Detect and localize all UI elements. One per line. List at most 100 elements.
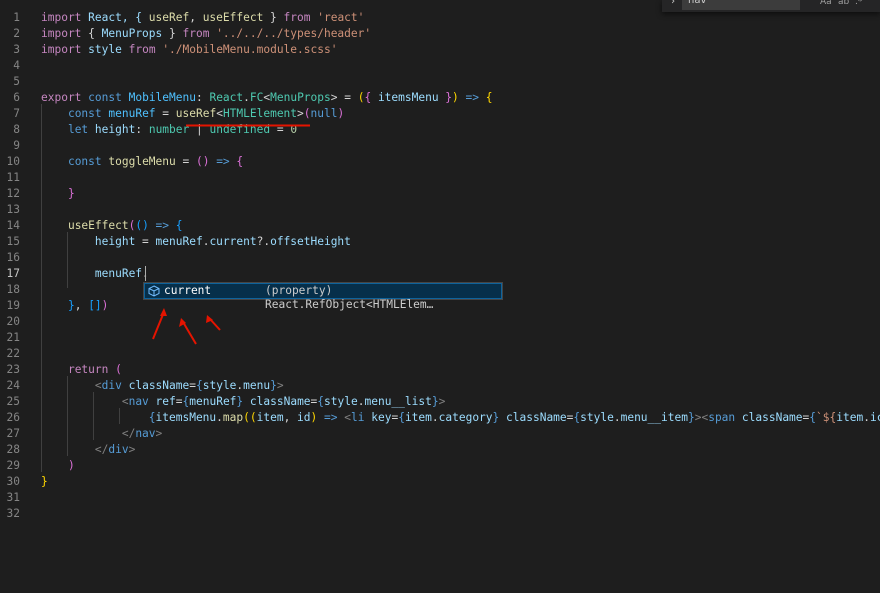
code-line[interactable]: 27 </nav> [0,426,880,442]
code-line[interactable]: 28 </div> [0,442,880,458]
code-text: </div> [41,442,135,458]
code-token: import [41,11,82,24]
code-token: => [317,411,345,424]
code-token: => [148,219,176,232]
line-number: 9 [13,139,20,152]
suggestion-detail: (property) React.RefObject<HTMLElem… [265,284,434,311]
code-line[interactable]: 11 [0,170,880,186]
code-line[interactable]: 25 <nav ref={menuRef} className={style.m… [0,394,880,410]
code-token: [] [88,299,102,312]
code-text: <div className={style.menu}> [41,378,284,394]
line-number: 8 [13,123,20,136]
code-token: import [41,43,82,56]
line-number: 28 [6,443,20,456]
code-token: useEffect [67,219,129,232]
line-number: 7 [13,107,20,120]
code-token: { [485,91,493,104]
find-input[interactable]: nav [682,0,800,10]
code-token: < [94,379,102,392]
line-number: 15 [6,235,20,248]
code-token: } [438,91,453,104]
line-number: 30 [6,475,20,488]
match-case-icon[interactable]: Aa [820,0,832,7]
code-line[interactable]: 9 [0,138,880,154]
code-line[interactable]: 21 [0,330,880,346]
code-token: menu__item [620,411,688,424]
code-line[interactable]: 3 import style from './MobileMenu.module.… [0,42,880,58]
code-token: . [216,411,223,424]
line-number: 16 [6,251,20,264]
code-token: > [128,443,136,456]
code-line[interactable]: 14 useEffect(() => { [0,218,880,234]
regex-icon[interactable]: .* [855,0,862,7]
line-number: 6 [13,91,20,104]
line-number: 5 [13,75,20,88]
code-token: , [189,11,203,24]
line-number: 25 [6,395,20,408]
code-token: ) [67,459,75,472]
code-line[interactable]: 30} [0,474,880,490]
code-line[interactable]: 15 height = menuRef.current?.offsetHeigh… [0,234,880,250]
code-line[interactable]: 24 <div className={style.menu}> [0,378,880,394]
code-token: < [216,107,223,120]
line-number: 19 [6,299,20,312]
code-token: number [148,123,190,136]
line-number: 14 [6,219,20,232]
code-line[interactable]: 4 [0,58,880,74]
code-token: from [283,11,311,24]
code-token: import [41,27,82,40]
code-token: => [458,91,486,104]
code-token: div [101,379,122,392]
code-line[interactable]: 6 export const MobileMenu: React.FC<MenuP… [0,90,880,106]
line-number: 2 [13,27,20,40]
code-token: menu__list [364,395,432,408]
code-token: } [687,411,695,424]
suggestion-item[interactable]: current (property) React.RefObject<HTMLE… [144,283,502,311]
chevron-right-icon[interactable]: › [670,0,676,7]
code-line[interactable]: 20 [0,314,880,330]
code-text: useEffect(() => { [41,218,183,234]
code-token: { [398,411,405,424]
code-line[interactable]: 22 [0,346,880,362]
code-line[interactable]: 12 } [0,186,880,202]
code-line[interactable]: 1 import React, { useRef, useEffect } fro… [0,10,880,26]
code-token: , [283,411,298,424]
code-line[interactable]: 8 let height: number | undefined = 0 [0,122,880,138]
code-token: ref [155,395,176,408]
code-token: toggleMenu [108,155,176,168]
code-line[interactable]: 29 ) [0,458,880,474]
code-line[interactable]: 26 {itemsMenu.map((item, id) => <li key=… [0,410,880,426]
code-text: import style from './MobileMenu.module.s… [41,42,337,58]
code-line[interactable]: 16 [0,250,880,266]
code-line[interactable]: 23 return ( [0,362,880,378]
find-widget: › nav Aa ab .* [662,0,880,12]
code-token: { [148,411,156,424]
line-number: 4 [13,59,20,72]
code-line[interactable]: 2 import { MenuProps } from '../../../typ… [0,26,880,42]
code-line[interactable]: 17 menuRef. [0,266,880,282]
code-line[interactable]: 7 const menuRef = useRef<HTMLElement>(nu… [0,106,880,122]
annotation-arrow [152,311,165,340]
code-token: ) [337,107,345,120]
code-line[interactable]: 32 [0,506,880,522]
code-text: } [41,186,75,202]
code-line[interactable]: 5 [0,74,880,90]
text-cursor [145,266,146,281]
code-token: ) [101,299,109,312]
code-token: height [94,123,136,136]
code-token: { [81,27,102,40]
code-line[interactable]: 10 const toggleMenu = () => { [0,154,880,170]
code-token: ) [452,91,459,104]
code-line[interactable]: 13 [0,202,880,218]
code-token: useRef [148,11,190,24]
code-token: style [580,411,614,424]
code-line[interactable]: 31 [0,490,880,506]
match-whole-word-icon[interactable]: ab [838,0,849,7]
